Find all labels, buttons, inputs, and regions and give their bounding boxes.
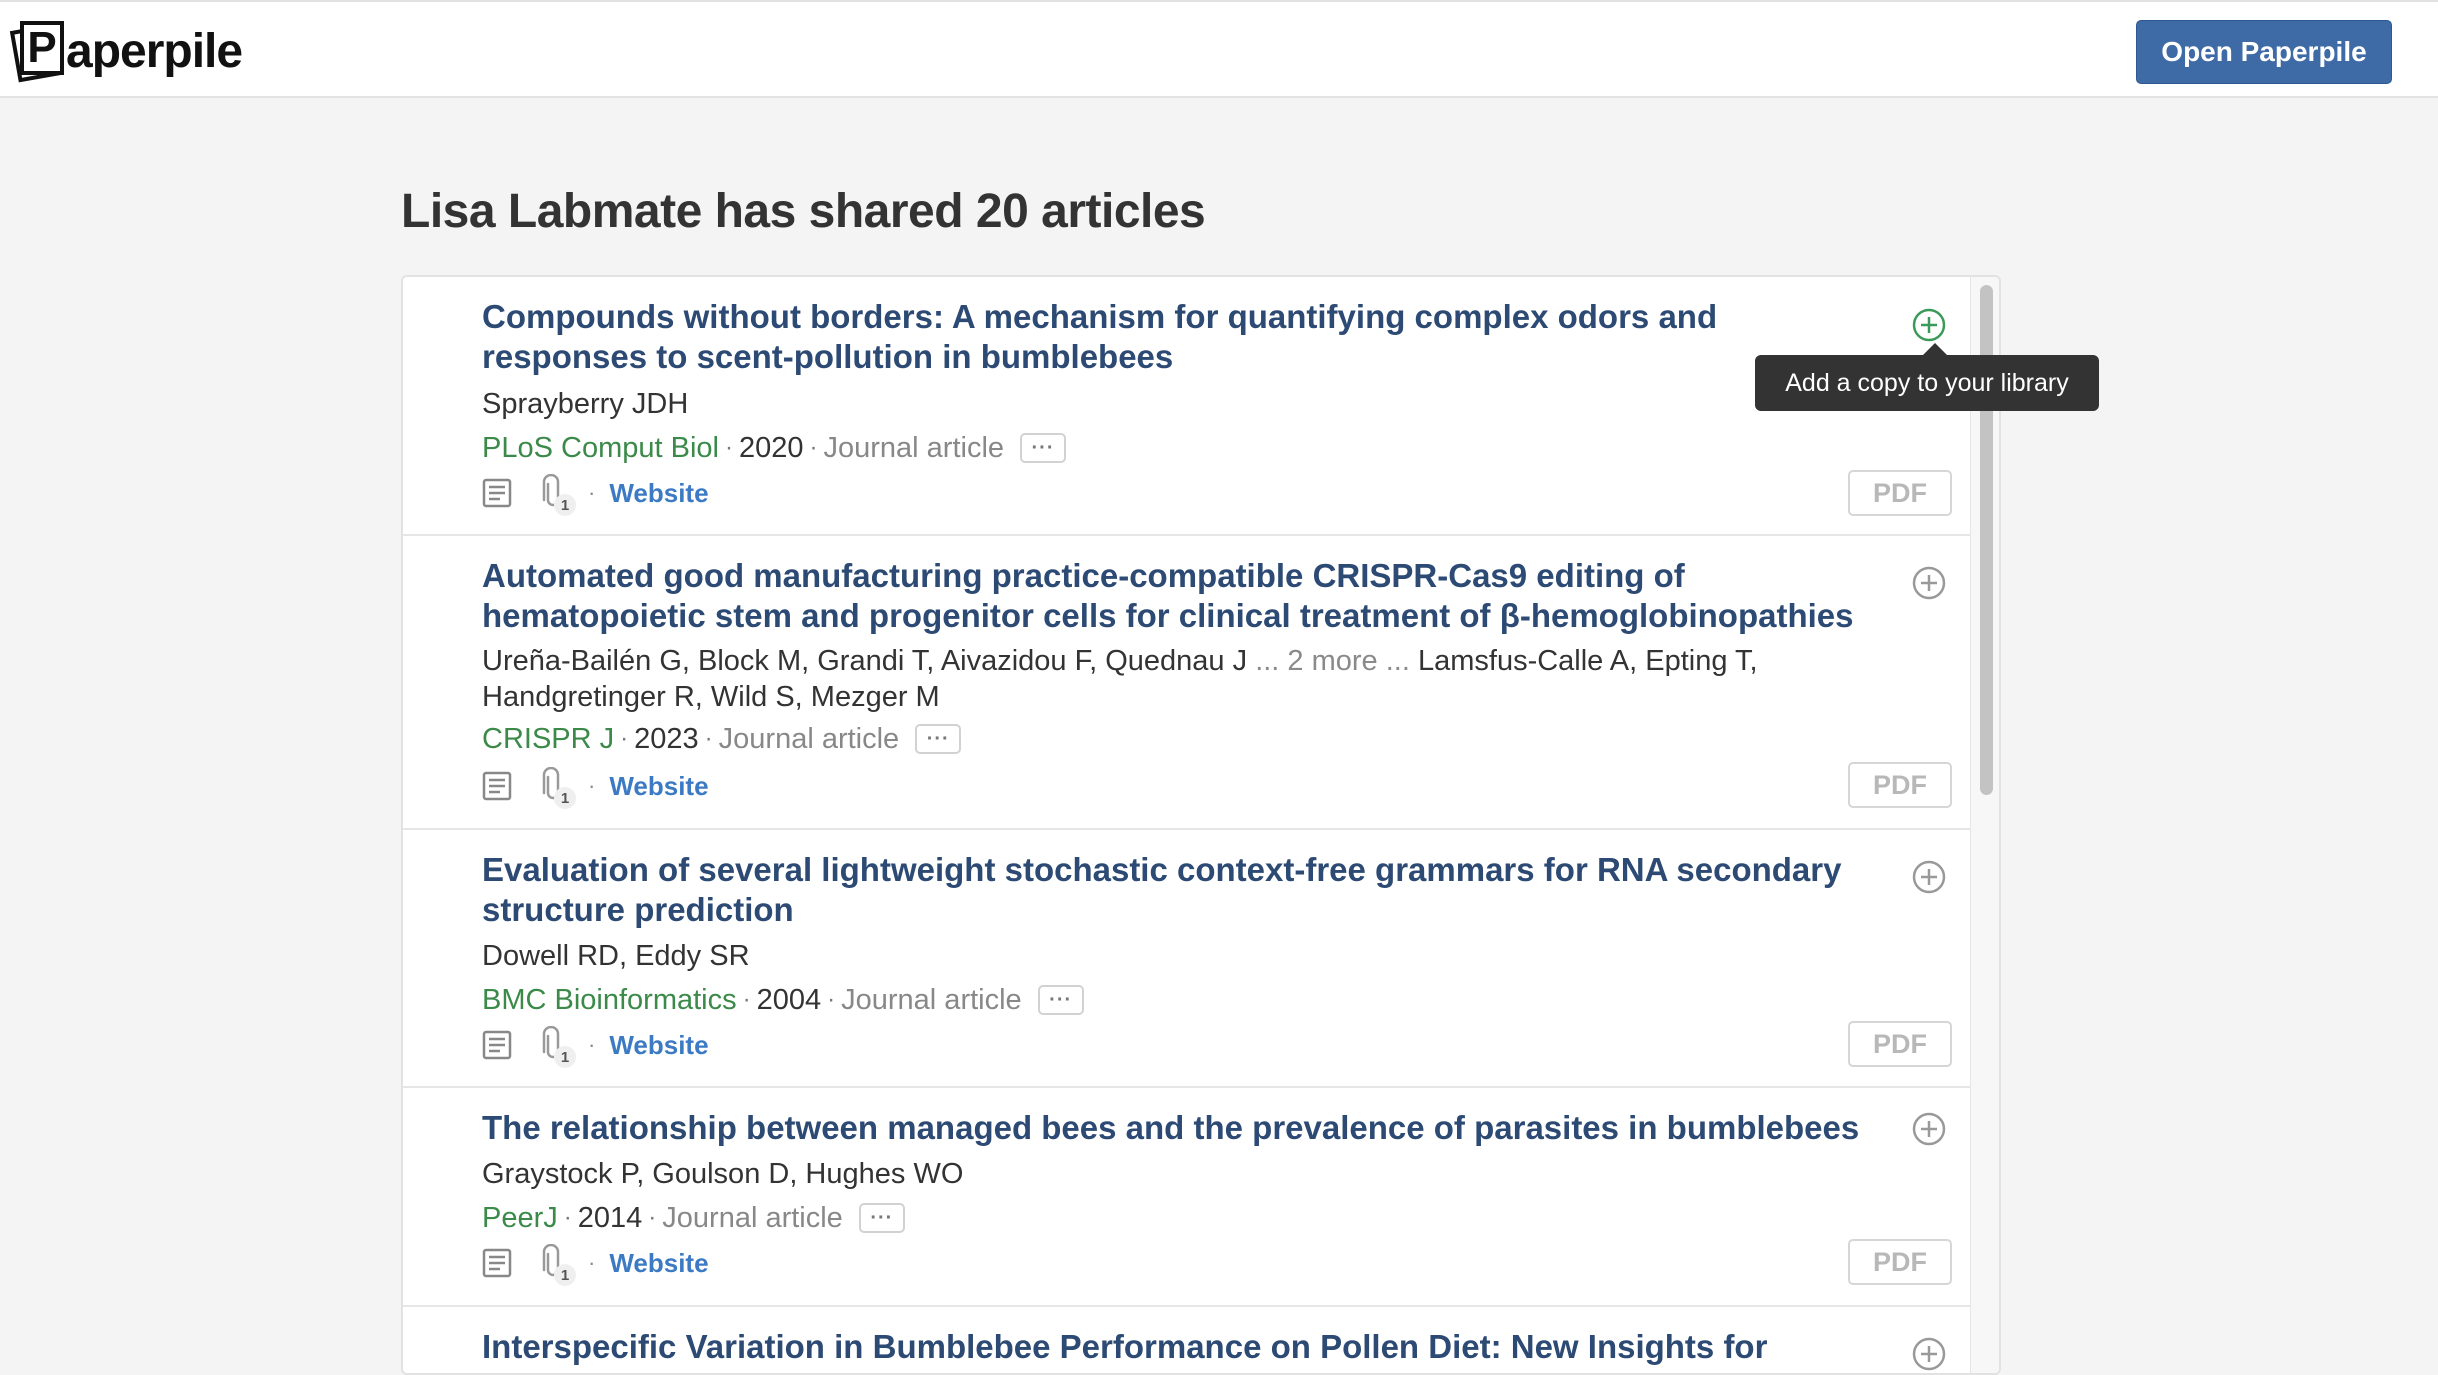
article-authors: Sprayberry JDH xyxy=(482,388,689,420)
add-to-library-icon[interactable] xyxy=(1911,1336,1947,1372)
action-separator: · xyxy=(588,773,596,798)
meta-separator: · xyxy=(809,434,818,461)
attachment-count: 1 xyxy=(554,1264,576,1286)
article-meta: PeerJ · 2014 · Journal article ··· xyxy=(482,1200,905,1236)
article-title[interactable]: Interspecific Variation in Bumblebee Per… xyxy=(482,1327,1882,1367)
attachment-icon[interactable]: 1 xyxy=(540,1243,576,1286)
page-title: Lisa Labmate has shared 20 articles xyxy=(401,185,1206,238)
article-type: Journal article xyxy=(718,723,900,755)
pdf-button[interactable]: PDF xyxy=(1848,1239,1952,1285)
add-to-library-icon[interactable] xyxy=(1911,307,1947,343)
more-options-button[interactable]: ··· xyxy=(1037,985,1084,1015)
article-meta: PLoS Comput Biol · 2020 · Journal articl… xyxy=(482,430,1067,466)
article-title[interactable]: Compounds without borders: A mechanism f… xyxy=(482,297,1882,377)
article-actions: 1 · Website xyxy=(482,1025,709,1068)
notes-icon[interactable] xyxy=(482,477,512,509)
article-type: Journal article xyxy=(841,984,1022,1016)
logo-text: aperpile xyxy=(66,24,243,78)
more-options-button[interactable]: ··· xyxy=(1020,433,1067,463)
pdf-button[interactable]: PDF xyxy=(1848,470,1952,516)
attachment-icon[interactable]: 1 xyxy=(540,1025,576,1068)
website-link[interactable]: Website xyxy=(609,1248,708,1279)
website-link[interactable]: Website xyxy=(609,771,708,802)
more-options-button[interactable]: ··· xyxy=(915,724,962,754)
action-separator: · xyxy=(588,480,596,505)
article-authors: Ureña-Bailén G, Block M, Grandi T, Aivaz… xyxy=(482,643,1882,715)
attachment-count: 1 xyxy=(554,787,576,809)
more-options-button[interactable]: ··· xyxy=(858,1203,905,1233)
article-meta: CRISPR J · 2023 · Journal article ··· xyxy=(482,721,962,757)
article-item: Automated good manufacturing practice-co… xyxy=(403,536,1975,830)
article-title[interactable]: Evaluation of several lightweight stocha… xyxy=(482,850,1882,930)
article-year: 2004 xyxy=(756,984,822,1016)
website-link[interactable]: Website xyxy=(609,1030,708,1061)
article-type: Journal article xyxy=(662,1202,843,1234)
tooltip-arrow xyxy=(1923,343,1947,355)
logo-letter: P xyxy=(20,21,64,75)
pdf-button[interactable]: PDF xyxy=(1848,1021,1952,1067)
attachment-icon[interactable]: 1 xyxy=(540,766,576,809)
journal-name: CRISPR J xyxy=(482,723,615,755)
meta-separator: · xyxy=(563,1204,572,1231)
attachment-count: 1 xyxy=(554,1046,576,1068)
meta-separator: · xyxy=(648,1204,657,1231)
article-item: Evaluation of several lightweight stocha… xyxy=(403,830,1975,1088)
meta-separator: · xyxy=(620,725,629,752)
journal-name: PeerJ xyxy=(482,1202,558,1234)
action-separator: · xyxy=(588,1032,596,1057)
article-authors: Dowell RD, Eddy SR xyxy=(482,940,750,972)
meta-separator: · xyxy=(742,986,751,1013)
article-year: 2014 xyxy=(577,1202,643,1234)
authors-more-link[interactable]: ... 2 more ... xyxy=(1255,645,1410,677)
article-list: Compounds without borders: A mechanism f… xyxy=(401,275,2001,1375)
meta-separator: · xyxy=(704,725,713,752)
article-item: The relationship between managed bees an… xyxy=(403,1088,1975,1307)
notes-icon[interactable] xyxy=(482,1029,512,1061)
attachment-count: 1 xyxy=(554,494,576,516)
article-title[interactable]: Automated good manufacturing practice-co… xyxy=(482,556,1882,636)
action-separator: · xyxy=(588,1250,596,1275)
tooltip-text: Add a copy to your library xyxy=(1755,355,2099,411)
notes-icon[interactable] xyxy=(482,770,512,802)
tooltip: Add a copy to your library xyxy=(1755,343,2099,411)
paperpile-logo[interactable]: P aperpile xyxy=(9,18,243,84)
open-paperpile-button[interactable]: Open Paperpile xyxy=(2136,20,2392,84)
website-link[interactable]: Website xyxy=(609,478,708,509)
add-to-library-icon[interactable] xyxy=(1911,1111,1947,1147)
meta-separator: · xyxy=(827,986,836,1013)
pdf-button[interactable]: PDF xyxy=(1848,762,1952,808)
article-year: 2023 xyxy=(634,723,699,755)
notes-icon[interactable] xyxy=(482,1247,512,1279)
paperpile-logo-mark: P xyxy=(9,19,68,83)
article-item: Interspecific Variation in Bumblebee Per… xyxy=(403,1307,1975,1373)
authors-first: Ureña-Bailén G, Block M, Grandi T, Aivaz… xyxy=(482,645,1248,677)
article-year: 2020 xyxy=(738,432,804,464)
scrollbar-track[interactable] xyxy=(1970,277,1999,1373)
article-title[interactable]: The relationship between managed bees an… xyxy=(482,1108,1882,1148)
top-bar: P aperpile Open Paperpile xyxy=(0,0,2438,98)
journal-name: PLoS Comput Biol xyxy=(482,432,719,464)
article-authors: Graystock P, Goulson D, Hughes WO xyxy=(482,1158,964,1190)
add-to-library-icon[interactable] xyxy=(1911,565,1947,601)
journal-name: BMC Bioinformatics xyxy=(482,984,737,1016)
article-meta: BMC Bioinformatics · 2004 · Journal arti… xyxy=(482,982,1084,1018)
article-actions: 1 · Website xyxy=(482,473,709,516)
article-item: Compounds without borders: A mechanism f… xyxy=(403,277,1975,536)
article-type: Journal article xyxy=(823,432,1005,464)
attachment-icon[interactable]: 1 xyxy=(540,473,576,516)
add-to-library-icon[interactable] xyxy=(1911,859,1947,895)
meta-separator: · xyxy=(724,434,733,461)
article-actions: 1 · Website xyxy=(482,1243,709,1286)
article-actions: 1 · Website xyxy=(482,766,709,809)
